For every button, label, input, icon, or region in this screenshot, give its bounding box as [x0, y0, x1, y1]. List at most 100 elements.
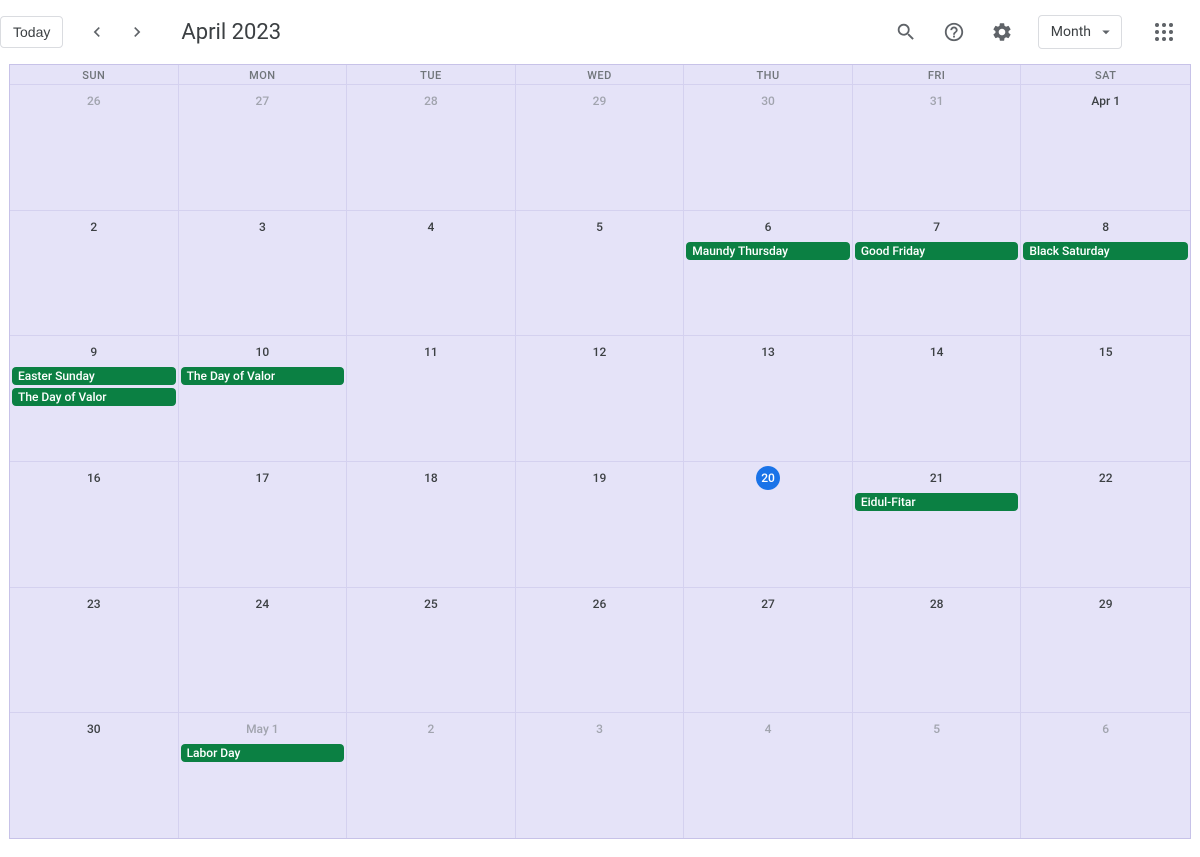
weekday-label: TUE [347, 65, 516, 84]
day-cell[interactable]: 8 Black Saturday [1021, 211, 1190, 336]
chevron-right-icon [127, 22, 147, 42]
help-button[interactable] [934, 12, 974, 52]
dropdown-arrow-icon [1097, 23, 1115, 41]
search-button[interactable] [886, 12, 926, 52]
day-number: 24 [179, 592, 347, 616]
day-cell[interactable]: 18 [347, 462, 516, 587]
google-apps-button[interactable] [1144, 12, 1184, 52]
day-cell[interactable]: 2 [10, 211, 179, 336]
day-number: 29 [1021, 592, 1190, 616]
day-cell[interactable]: 6 Maundy Thursday [684, 211, 853, 336]
day-cell[interactable]: 7 Good Friday [853, 211, 1022, 336]
day-cell[interactable]: 29 [516, 85, 685, 210]
day-cell[interactable]: 4 [684, 713, 853, 838]
today-button[interactable]: Today [0, 16, 63, 48]
day-number: 3 [516, 717, 684, 741]
apps-grid-icon [1155, 23, 1173, 41]
day-number: 13 [684, 340, 852, 364]
day-cell[interactable]: 29 [1021, 588, 1190, 713]
day-number: 26 [10, 89, 178, 113]
day-cell[interactable]: 15 [1021, 336, 1190, 461]
calendar-event[interactable]: Eidul-Fitar [855, 493, 1019, 511]
week-row: 9 Easter Sunday The Day of Valor 10 The Day … [10, 336, 1190, 462]
day-cell[interactable]: 25 [347, 588, 516, 713]
day-number: 22 [1021, 466, 1190, 490]
view-selector-label: Month [1051, 24, 1091, 40]
day-number: 10 [179, 340, 347, 364]
view-selector[interactable]: Month [1038, 15, 1122, 49]
day-number: 20 [756, 466, 780, 490]
day-cell[interactable]: 13 [684, 336, 853, 461]
day-number: 28 [853, 592, 1021, 616]
weekday-header-row: SUNMONTUEWEDTHUFRISAT [10, 65, 1190, 85]
calendar-event[interactable]: The Day of Valor [181, 367, 345, 385]
day-cell[interactable]: 3 [516, 713, 685, 838]
next-month-button[interactable] [117, 12, 157, 52]
day-number: 9 [10, 340, 178, 364]
day-cell[interactable]: 17 [179, 462, 348, 587]
day-cell[interactable]: 19 [516, 462, 685, 587]
day-cell[interactable]: 30 [684, 85, 853, 210]
day-cell[interactable]: 26 [516, 588, 685, 713]
day-cell[interactable]: Apr 1 [1021, 85, 1190, 210]
day-cell[interactable]: 21Eidul-Fitar [853, 462, 1022, 587]
week-row: 23456 Maundy Thursday7 Good Friday8 Black S… [10, 211, 1190, 337]
day-number: 27 [179, 89, 347, 113]
day-cell[interactable]: 2 [347, 713, 516, 838]
settings-button[interactable] [982, 12, 1022, 52]
day-cell[interactable]: 9 Easter Sunday The Day of Valor [10, 336, 179, 461]
month-year-title: April 2023 [181, 20, 281, 45]
day-cell[interactable]: 20 [684, 462, 853, 587]
day-cell[interactable]: 31 [853, 85, 1022, 210]
week-row: 23242526272829 [10, 588, 1190, 714]
day-cell[interactable]: 22 [1021, 462, 1190, 587]
day-cell[interactable]: 4 [347, 211, 516, 336]
calendar-grid: SUNMONTUEWEDTHUFRISAT 262728293031Apr 12… [9, 64, 1191, 839]
calendar-event[interactable]: Labor Day [181, 744, 345, 762]
day-cell[interactable]: 27 [179, 85, 348, 210]
day-number: 31 [853, 89, 1021, 113]
calendar-event[interactable]: Maundy Thursday [686, 242, 850, 260]
day-cell[interactable]: 5 [853, 713, 1022, 838]
day-number: 4 [684, 717, 852, 741]
day-cell[interactable]: 28 [853, 588, 1022, 713]
day-number: 15 [1021, 340, 1190, 364]
day-number: 4 [347, 215, 515, 239]
weekday-label: MON [179, 65, 348, 84]
day-cell[interactable]: 28 [347, 85, 516, 210]
day-cell[interactable]: 14 [853, 336, 1022, 461]
day-number: 8 [1021, 215, 1190, 239]
day-cell[interactable]: 5 [516, 211, 685, 336]
calendar-event[interactable]: Easter Sunday [12, 367, 176, 385]
day-cell[interactable]: 11 [347, 336, 516, 461]
weekday-label: THU [684, 65, 853, 84]
day-number: May 1 [179, 717, 347, 741]
day-number: 27 [684, 592, 852, 616]
calendar-event[interactable]: Good Friday [855, 242, 1019, 260]
prev-month-button[interactable] [77, 12, 117, 52]
day-cell[interactable]: 27 [684, 588, 853, 713]
day-cell[interactable]: 23 [10, 588, 179, 713]
day-cell[interactable]: 26 [10, 85, 179, 210]
day-number: 6 [684, 215, 852, 239]
day-number: 29 [516, 89, 684, 113]
week-row: 16171819 20 21Eidul-Fitar22 [10, 462, 1190, 588]
weekday-label: SUN [10, 65, 179, 84]
day-cell[interactable]: 3 [179, 211, 348, 336]
day-number: 16 [10, 466, 178, 490]
day-number: 3 [179, 215, 347, 239]
day-number: 18 [347, 466, 515, 490]
day-number: 7 [853, 215, 1021, 239]
day-cell[interactable]: 30 [10, 713, 179, 838]
day-cell[interactable]: 12 [516, 336, 685, 461]
day-cell[interactable]: 10 The Day of Valor [179, 336, 348, 461]
calendar-event[interactable]: Black Saturday [1023, 242, 1188, 260]
day-cell[interactable]: 6 [1021, 713, 1190, 838]
day-cell[interactable]: May 1 Labor Day [179, 713, 348, 838]
day-number: 19 [516, 466, 684, 490]
day-cell[interactable]: 16 [10, 462, 179, 587]
day-cell[interactable]: 24 [179, 588, 348, 713]
day-number: 28 [347, 89, 515, 113]
gear-icon [991, 21, 1013, 43]
calendar-event[interactable]: The Day of Valor [12, 388, 176, 406]
